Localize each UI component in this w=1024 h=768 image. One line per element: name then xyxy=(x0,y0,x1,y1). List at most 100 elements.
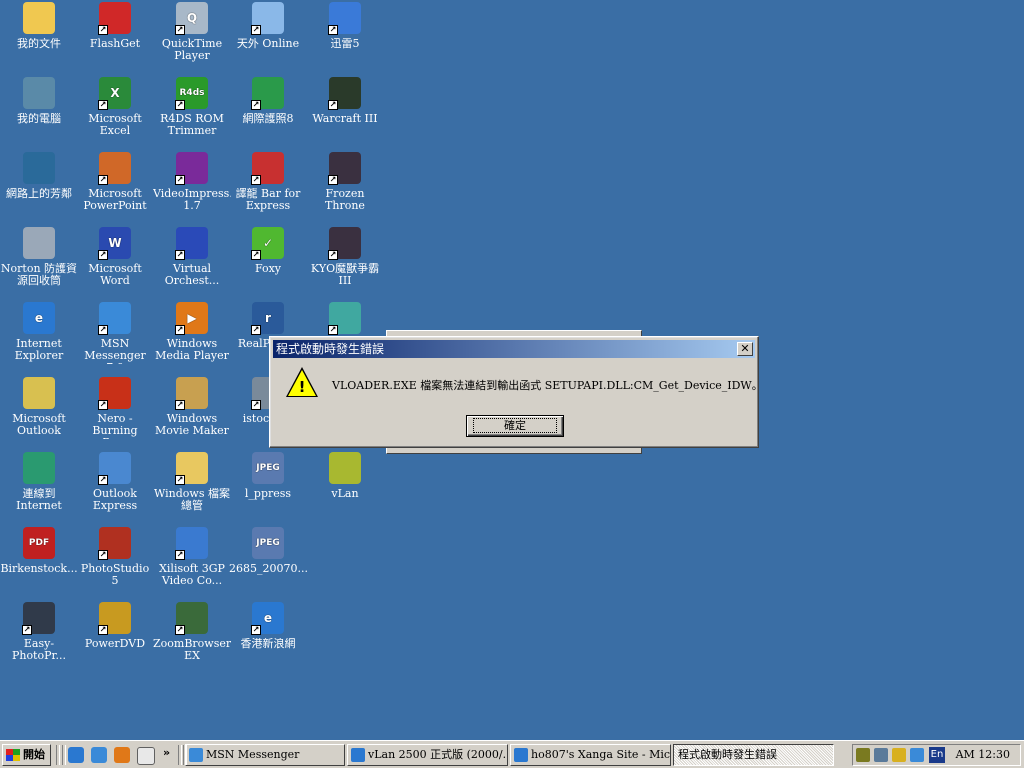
shortcut-arrow-icon: ↗ xyxy=(175,400,185,410)
desktop-icon[interactable]: 我的電腦 xyxy=(0,75,78,145)
msn-quicklaunch-icon[interactable] xyxy=(91,747,107,763)
desktop-icon[interactable]: vLan xyxy=(306,450,384,520)
shortcut-arrow-icon: ↗ xyxy=(328,175,338,185)
desktop-icon[interactable]: ↗ Microsoft PowerPoint xyxy=(76,150,154,220)
taskbar-button[interactable]: 程式啟動時發生錯誤 xyxy=(673,744,834,766)
desktop-icon[interactable]: e ↗ 香港新浪網 xyxy=(229,600,307,670)
desktop-icon[interactable]: ↗ FlashGet xyxy=(76,0,154,70)
desktop-icon[interactable]: ▶ ↗ Windows Media Player xyxy=(153,300,231,370)
desktop-icon[interactable]: ↗ Virtual Orchest... xyxy=(153,225,231,295)
desktop-icon[interactable]: e Internet Explorer xyxy=(0,300,78,370)
realplayer-icon: r ↗ xyxy=(251,302,284,335)
videoimpression-icon: ↗ xyxy=(175,152,208,185)
xilisoft-3gp-icon: ↗ xyxy=(175,527,208,560)
desktop-icon-label: 2685_20070... xyxy=(229,563,307,575)
shortcut-arrow-icon: ↗ xyxy=(251,400,261,410)
desktop-icon[interactable]: ↗ KYO魔獸爭霸 III xyxy=(306,225,384,295)
zoombrowser-icon: ↗ xyxy=(175,602,208,635)
shortcut-arrow-icon: ↗ xyxy=(98,100,108,110)
clock[interactable]: AM 12:30 xyxy=(956,745,1010,765)
desktop-icon-label: Virtual Orchest... xyxy=(164,263,220,287)
desktop-icon-label: PhotoStudio 5 xyxy=(80,563,150,587)
desktop-icon[interactable]: ↗ PhotoStudio 5 xyxy=(76,525,154,595)
desktop-icon[interactable]: PDF Birkenstock... xyxy=(0,525,78,595)
notepad-quicklaunch-icon[interactable] xyxy=(137,747,155,765)
taskbar-button-label: 程式啟動時發生錯誤 xyxy=(678,748,777,761)
desktop-icon-label: Easy-PhotoPr... xyxy=(11,638,67,662)
norton-icon[interactable] xyxy=(892,748,906,762)
language-indicator[interactable]: En xyxy=(929,747,945,763)
desktop-icon[interactable]: ↗ Windows 檔案 總管 xyxy=(153,450,231,520)
desktop-icon-label: MSN Messenger 7.0 xyxy=(84,338,146,364)
desktop-icon[interactable]: 網路上的芳鄰 xyxy=(0,150,78,220)
ie-quicklaunch-icon[interactable] xyxy=(68,747,84,763)
desktop-icon[interactable]: ↗ Xilisoft 3GP Video Co... xyxy=(153,525,231,595)
shortcut-arrow-icon: ↗ xyxy=(175,475,185,485)
virtual-orchestra-icon: ↗ xyxy=(175,227,208,260)
desktop-icon[interactable]: ↗ Warcraft III xyxy=(306,75,384,145)
desktop-icon[interactable]: ↗ VideoImpress... 1.7 xyxy=(153,150,231,220)
desktop-icon-label: PowerDVD xyxy=(84,638,146,650)
msn-tray-icon[interactable] xyxy=(910,748,924,762)
desktop-icon-label: 網際護照8 xyxy=(242,113,294,125)
internet-passport-icon: ↗ xyxy=(251,77,284,110)
powerdvd-icon: ↗ xyxy=(98,602,131,635)
desktop-icon-label: Microsoft Excel xyxy=(88,113,142,137)
close-button[interactable]: ✕ xyxy=(737,342,753,356)
desktop-icon[interactable]: 我的文件 xyxy=(0,0,78,70)
dialog-titlebar[interactable]: 程式啟動時發生錯誤 ✕ xyxy=(273,340,755,358)
desktop-icon[interactable]: ↗ Outlook Express xyxy=(76,450,154,520)
desktop-icon[interactable]: ↗ MSN Messenger 7.0 xyxy=(76,300,154,370)
shortcut-arrow-icon: ↗ xyxy=(328,100,338,110)
desktop-icon-label: 網路上的芳鄰 xyxy=(6,188,72,200)
volume-icon[interactable] xyxy=(856,748,870,762)
taskbar-button[interactable]: vLan 2500 正式版 (2000/... xyxy=(347,744,508,766)
network-icon[interactable] xyxy=(874,748,888,762)
taskbar-separator xyxy=(62,745,66,765)
thunder-icon: ↗ xyxy=(328,2,361,35)
msn-messenger-icon: ↗ xyxy=(98,302,131,335)
desktop-icon[interactable]: W ↗ Microsoft Word xyxy=(76,225,154,295)
desktop-icon[interactable]: X ↗ Microsoft Excel xyxy=(76,75,154,145)
msn-icon xyxy=(189,748,203,762)
desktop-icon-label: 我的文件 xyxy=(17,38,61,50)
norton-recycle-bin-icon xyxy=(23,227,55,259)
desktop-icon[interactable]: ↗ ZoomBrowser EX xyxy=(153,600,231,670)
desktop-icon[interactable]: ↗ Easy-PhotoPr... xyxy=(0,600,78,670)
desktop-icon[interactable]: ↗ 網際護照8 xyxy=(229,75,307,145)
shortcut-arrow-icon: ↗ xyxy=(328,25,338,35)
desktop-icon[interactable]: ↗ 迅雷5 xyxy=(306,0,384,70)
desktop-icon[interactable]: ↗ Nero - Burning Rom xyxy=(76,375,154,445)
taskbar-button[interactable]: MSN Messenger xyxy=(185,744,345,766)
desktop-icon-label: Windows Media Player xyxy=(155,338,229,362)
desktop-icon-label: Microsoft PowerPoint xyxy=(83,188,147,212)
outlook-icon xyxy=(23,377,55,409)
shortcut-arrow-icon: ↗ xyxy=(175,25,185,35)
desktop-icon[interactable]: ↗ Frozen Throne xyxy=(306,150,384,220)
shortcut-arrow-icon: ↗ xyxy=(175,100,185,110)
shortcut-arrow-icon: ↗ xyxy=(175,550,185,560)
desktop-icon[interactable]: ✓ ↗ Foxy xyxy=(229,225,307,295)
taskbar-button[interactable]: ho807's Xanga Site - Micro... xyxy=(510,744,671,766)
desktop-icon[interactable]: ↗ Windows Movie Maker xyxy=(153,375,231,445)
desktop-icon-label: Warcraft III xyxy=(312,113,378,125)
desktop-icon[interactable]: JPEG 2685_20070... xyxy=(229,525,307,595)
quick-launch-more-icon[interactable]: » xyxy=(163,746,170,759)
desktop-icon[interactable]: ↗ 譯龍 Bar for Express xyxy=(229,150,307,220)
desktop-icon[interactable]: JPEG l_ppress xyxy=(229,450,307,520)
desktop-icon[interactable]: 連線到 Internet xyxy=(0,450,78,520)
start-button[interactable]: 開始 xyxy=(2,744,51,766)
desktop-icon[interactable]: ↗ 天外 Online xyxy=(229,0,307,70)
desktop-icon[interactable]: R4ds ↗ R4DS ROM Trimmer xyxy=(153,75,231,145)
connect-internet-icon xyxy=(23,452,55,484)
powerpoint-icon: ↗ xyxy=(98,152,131,185)
desktop-icon[interactable]: ↗ PowerDVD xyxy=(76,600,154,670)
shortcut-arrow-icon: ↗ xyxy=(98,625,108,635)
desktop-icon[interactable]: Microsoft Outlook xyxy=(0,375,78,445)
ok-button[interactable]: 確定 xyxy=(466,415,564,437)
desktop-icon-label: 香港新浪網 xyxy=(240,638,296,650)
media-player-quicklaunch-icon[interactable] xyxy=(114,747,130,763)
desktop-icon[interactable]: Norton 防護資 源回收筒 xyxy=(0,225,78,295)
desktop-icon[interactable]: Q ↗ QuickTime Player xyxy=(153,0,231,70)
shortcut-arrow-icon: ↗ xyxy=(328,250,338,260)
